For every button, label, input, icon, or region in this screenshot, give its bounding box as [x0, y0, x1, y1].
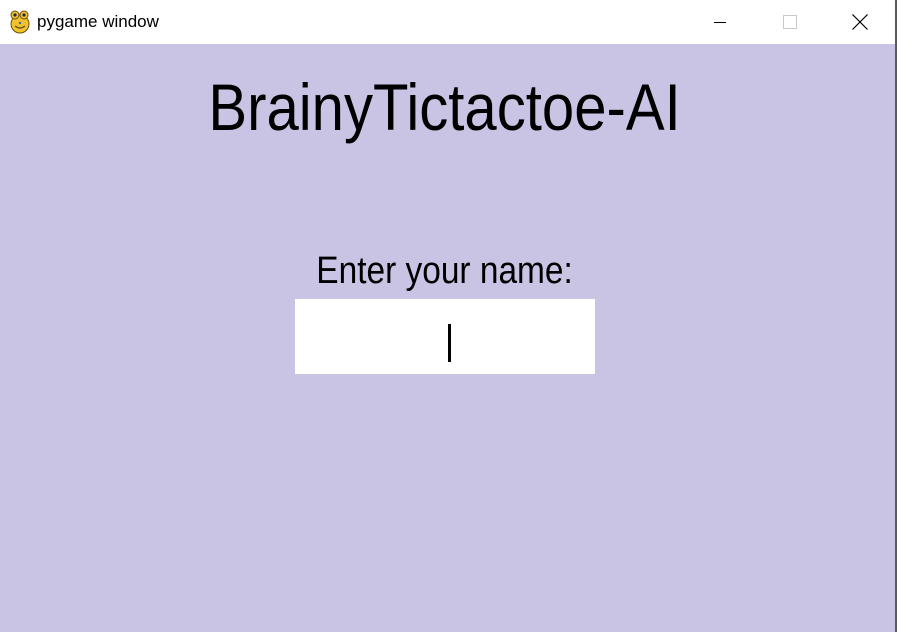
text-cursor	[448, 324, 451, 362]
close-icon	[852, 14, 868, 30]
game-surface: BrainyTictactoe-AI Enter your name:	[0, 44, 895, 632]
pygame-window: pygame window BrainyTictactoe-AI Enter y…	[0, 0, 897, 632]
window-title: pygame window	[37, 12, 159, 31]
minimize-icon	[714, 22, 726, 23]
name-input-value	[295, 299, 595, 374]
name-input[interactable]	[295, 299, 595, 374]
minimize-button[interactable]	[685, 0, 755, 44]
title-bar[interactable]: pygame window	[0, 0, 895, 44]
game-title: BrainyTictactoe-AI	[208, 70, 681, 144]
maximize-icon	[783, 15, 797, 29]
name-prompt-label: Enter your name:	[316, 250, 573, 292]
maximize-button	[755, 0, 825, 44]
pygame-snake-icon	[10, 10, 30, 34]
close-button[interactable]	[825, 0, 895, 44]
